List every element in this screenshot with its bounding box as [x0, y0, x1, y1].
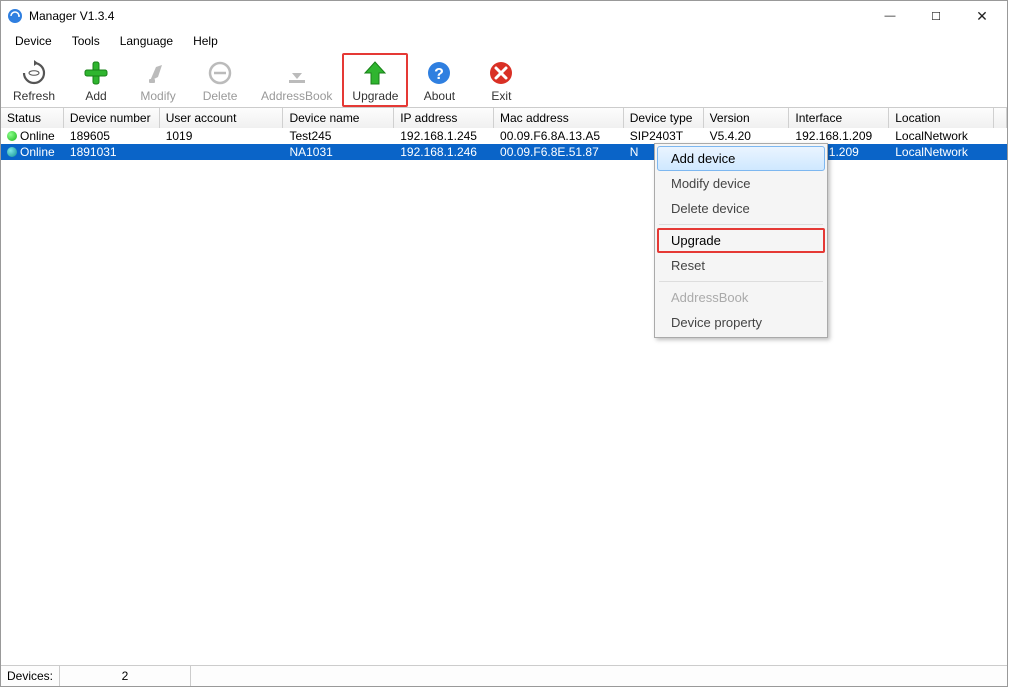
- error-icon: [487, 59, 515, 87]
- window-title: Manager V1.3.4: [29, 9, 867, 23]
- cell-mac: 00.09.F6.8E.51.87: [494, 144, 624, 160]
- cell-status: Online: [1, 144, 64, 160]
- cell-devname: NA1031: [283, 144, 394, 160]
- status-dot-icon: [7, 147, 17, 157]
- table-row[interactable]: Online 189605 1019 Test245 192.168.1.245…: [1, 128, 1007, 144]
- cell-user: 1019: [160, 128, 284, 144]
- col-device-type[interactable]: Device type: [624, 108, 704, 128]
- separator: [659, 281, 823, 282]
- cell-ip: 192.168.1.245: [394, 128, 494, 144]
- cell-devname: Test245: [283, 128, 394, 144]
- device-grid: Status Device number User account Device…: [1, 108, 1007, 665]
- col-status[interactable]: Status: [1, 108, 64, 128]
- context-menu: Add device Modify device Delete device U…: [654, 143, 828, 338]
- cell-devnum: 1891031: [64, 144, 160, 160]
- ctx-modify-device[interactable]: Modify device: [657, 171, 825, 196]
- upgrade-button[interactable]: Upgrade: [342, 53, 408, 107]
- ctx-add-device[interactable]: Add device: [657, 146, 825, 171]
- grid-header: Status Device number User account Device…: [1, 108, 1007, 128]
- delete-button[interactable]: Delete: [189, 53, 251, 107]
- addressbook-button[interactable]: AddressBook: [251, 53, 342, 107]
- col-device-number[interactable]: Device number: [64, 108, 160, 128]
- menu-device[interactable]: Device: [5, 32, 62, 50]
- cell-devnum: 189605: [64, 128, 160, 144]
- device-count: 2: [60, 666, 191, 686]
- modify-button[interactable]: Modify: [127, 53, 189, 107]
- status-dot-icon: [7, 131, 17, 141]
- maximize-button[interactable]: ☐: [913, 1, 959, 31]
- minimize-button[interactable]: —: [867, 1, 913, 31]
- menu-language[interactable]: Language: [110, 32, 183, 50]
- col-location[interactable]: Location: [889, 108, 994, 128]
- ctx-reset[interactable]: Reset: [657, 253, 825, 278]
- menu-bar: Device Tools Language Help: [1, 31, 1007, 51]
- ctx-addressbook[interactable]: AddressBook: [657, 285, 825, 310]
- brush-icon: [144, 59, 172, 87]
- help-icon: ?: [425, 59, 453, 87]
- col-user-account[interactable]: User account: [160, 108, 284, 128]
- close-button[interactable]: ✕: [959, 1, 1005, 31]
- cell-user: [160, 144, 284, 160]
- table-row[interactable]: Online 1891031 NA1031 192.168.1.246 00.0…: [1, 144, 1007, 160]
- col-extra: [994, 108, 1007, 128]
- forbid-icon: [206, 59, 234, 87]
- ctx-delete-device[interactable]: Delete device: [657, 196, 825, 221]
- separator: [659, 224, 823, 225]
- app-window: Manager V1.3.4 — ☐ ✕ Device Tools Langua…: [0, 0, 1008, 687]
- toolbar: Refresh Add Modify: [1, 51, 1007, 108]
- cell-mac: 00.09.F6.8A.13.A5: [494, 128, 624, 144]
- refresh-button[interactable]: Refresh: [3, 53, 65, 107]
- col-version[interactable]: Version: [704, 108, 790, 128]
- cell-dtype: SIP2403T: [624, 128, 704, 144]
- arrow-up-icon: [361, 59, 389, 87]
- status-label: Devices:: [1, 666, 60, 686]
- cell-ip: 192.168.1.246: [394, 144, 494, 160]
- col-interface[interactable]: Interface: [789, 108, 889, 128]
- cell-loc: LocalNetwork: [889, 128, 994, 144]
- cell-loc: LocalNetwork: [889, 144, 994, 160]
- download-icon: [283, 59, 311, 87]
- cell-status: Online: [1, 128, 64, 144]
- title-bar: Manager V1.3.4 — ☐ ✕: [1, 1, 1007, 31]
- about-button[interactable]: ? About: [408, 53, 470, 107]
- ctx-device-property[interactable]: Device property: [657, 310, 825, 335]
- svg-text:?: ?: [435, 66, 445, 83]
- ctx-upgrade[interactable]: Upgrade: [657, 228, 825, 253]
- add-button[interactable]: Add: [65, 53, 127, 107]
- status-bar: Devices: 2: [1, 665, 1007, 686]
- refresh-icon: [20, 59, 48, 87]
- plus-icon: [82, 59, 110, 87]
- col-ip-address[interactable]: IP address: [394, 108, 494, 128]
- exit-button[interactable]: Exit: [470, 53, 532, 107]
- col-device-name[interactable]: Device name: [283, 108, 394, 128]
- app-icon: [7, 8, 23, 24]
- menu-help[interactable]: Help: [183, 32, 228, 50]
- cell-iface: 192.168.1.209: [789, 128, 889, 144]
- cell-ver: V5.4.20: [704, 128, 790, 144]
- menu-tools[interactable]: Tools: [62, 32, 110, 50]
- col-mac-address[interactable]: Mac address: [494, 108, 624, 128]
